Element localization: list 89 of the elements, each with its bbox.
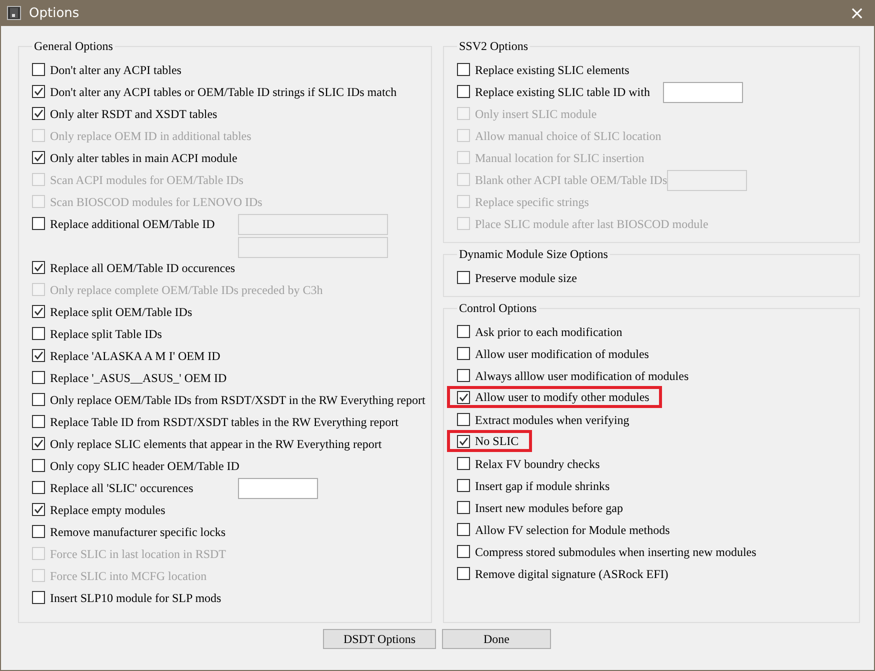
checkbox[interactable] (32, 591, 45, 604)
checkbox-label: Don't alter any ACPI tables (50, 63, 182, 77)
checkbox-label: Only insert SLIC module (475, 107, 597, 121)
app-icon (7, 6, 21, 20)
checkbox[interactable] (32, 151, 45, 164)
checkbox-label: Preserve module size (475, 271, 577, 285)
checkbox-label: Scan BIOSCOD modules for LENOVO IDs (50, 195, 262, 209)
checkbox-label: Remove digital signature (ASRock EFI) (475, 567, 668, 581)
checkbox[interactable] (32, 503, 45, 516)
checkbox-label: Relax FV boundry checks (475, 457, 600, 471)
checkbox[interactable] (457, 325, 470, 338)
checkbox-label: Scan ACPI modules for OEM/Table IDs (50, 173, 244, 187)
checkbox[interactable] (32, 415, 45, 428)
checkbox[interactable] (457, 523, 470, 536)
checkbox[interactable] (32, 327, 45, 340)
checkbox[interactable] (32, 63, 45, 76)
window-title: Options (29, 6, 80, 20)
checkbox[interactable] (457, 457, 470, 470)
checkbox-label: Replace all 'SLIC' occurences (50, 481, 194, 495)
checkbox-label: Only replace OEM ID in additional tables (50, 129, 252, 143)
checkbox[interactable] (457, 271, 470, 284)
checkbox-label: Force SLIC in last location in RSDT (50, 547, 226, 561)
checkbox[interactable] (32, 459, 45, 472)
checkbox-label: Place SLIC module after last BIOSCOD module (475, 217, 708, 231)
checkbox[interactable] (457, 347, 470, 360)
checkbox-label: Replace split Table IDs (50, 327, 162, 341)
checkbox[interactable] (32, 305, 45, 318)
checkbox-label: Don't alter any ACPI tables or OEM/Table ID strings if SLIC IDs match (50, 85, 397, 99)
checkbox-label: Blank other ACPI table OEM/Table IDs (475, 173, 668, 187)
checkbox-label: Only replace OEM/Table IDs from RSDT/XSDT in the RW Everything report (50, 393, 426, 407)
checkbox[interactable] (32, 393, 45, 406)
checkbox-label: Always alllow user modification of modules (475, 369, 689, 383)
checkbox[interactable] (457, 479, 470, 492)
checkbox-label: Extract modules when verifying (475, 413, 630, 427)
checkbox[interactable] (457, 85, 470, 98)
checkbox[interactable] (32, 481, 45, 494)
checkbox-label: Insert gap if module shrinks (475, 479, 610, 493)
checkbox-label: Replace empty modules (50, 503, 166, 517)
checkbox[interactable] (32, 217, 45, 230)
checkbox-label: Replace existing SLIC elements (475, 63, 630, 77)
checkbox-label: Only alter RSDT and XSDT tables (50, 107, 218, 121)
checkbox-label: Allow manual choice of SLIC location (475, 129, 662, 143)
checkbox-label: Ask prior to each modification (475, 325, 622, 339)
checkbox[interactable] (457, 501, 470, 514)
checkbox[interactable] (32, 85, 45, 98)
checkbox[interactable] (457, 369, 470, 382)
checkbox-label: Remove manufacturer specific locks (50, 525, 226, 539)
checkbox-label: Force SLIC into MCFG location (50, 569, 207, 583)
checkbox-label: No SLIC (475, 434, 519, 448)
checkbox[interactable] (457, 545, 470, 558)
checkbox-label: Allow FV selection for Module methods (475, 523, 670, 537)
checkbox-label: Manual location for SLIC insertion (475, 151, 644, 165)
checkbox-label: Insert SLP10 module for SLP mods (50, 591, 222, 605)
checkbox[interactable] (32, 437, 45, 450)
checkbox[interactable] (457, 390, 470, 404)
group-title: General Options (33, 39, 114, 54)
checkbox-label: Allow user modification of modules (475, 347, 649, 361)
checkbox-label: Replace all OEM/Table ID occurences (50, 261, 236, 275)
checkbox-label: Compress stored submodules when inserting new modules (475, 545, 756, 559)
checkbox[interactable] (457, 63, 470, 76)
checkbox[interactable] (457, 413, 470, 426)
checkbox[interactable] (457, 434, 470, 448)
group-title: Dynamic Module Size Options (458, 247, 609, 262)
dsdt-options-button[interactable]: DSDT Options (323, 629, 436, 649)
checkbox-label: Replace existing SLIC table ID with (475, 85, 651, 99)
checkbox-label: Replace '_ASUS__ASUS_' OEM ID (50, 371, 227, 385)
checkbox[interactable] (32, 261, 45, 274)
input-field[interactable] (238, 478, 318, 499)
checkbox[interactable] (32, 349, 45, 362)
checkbox-label: Replace split OEM/Table IDs (50, 305, 192, 319)
group-title: Control Options (458, 301, 538, 316)
checkbox-label: Only alter tables in main ACPI module (50, 151, 238, 165)
close-button[interactable]: × (840, 0, 874, 26)
checkbox[interactable] (457, 567, 470, 580)
checkbox-label: Only replace SLIC elements that appear in the RW Everything report (50, 437, 382, 451)
input-field[interactable] (663, 82, 743, 103)
checkbox[interactable] (32, 107, 45, 120)
checkbox-label: Allow user to modify other modules (475, 390, 650, 404)
done-button[interactable]: Done (442, 629, 551, 649)
checkbox-label: Replace Table ID from RSDT/XSDT tables in the RW Everything report (50, 415, 398, 429)
checkbox-label: Insert new modules before gap (475, 501, 623, 515)
checkbox-label: Only replace complete OEM/Table IDs preceded by C3h (50, 283, 323, 297)
checkbox-label: Replace 'ALASKA A M I' OEM ID (50, 349, 220, 363)
checkbox-label: Replace additional OEM/Table ID (50, 217, 216, 231)
checkbox-label: Replace specific strings (475, 195, 589, 209)
checkbox-label: Only copy SLIC header OEM/Table ID (50, 459, 240, 473)
checkbox[interactable] (32, 371, 45, 384)
group-title: SSV2 Options (458, 39, 530, 54)
checkbox[interactable] (32, 525, 45, 538)
